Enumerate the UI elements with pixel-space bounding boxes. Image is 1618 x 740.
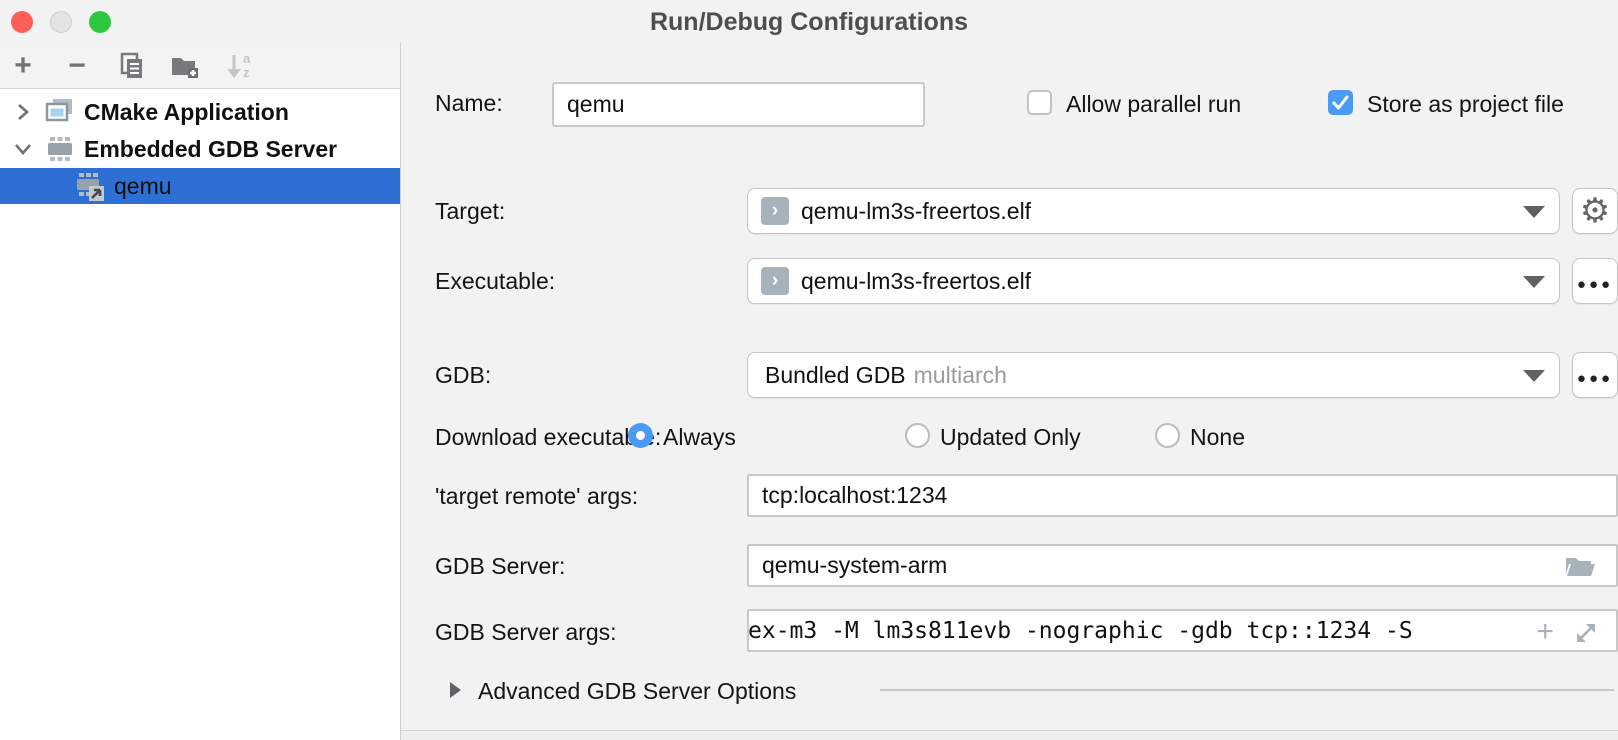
gdb-value-suffix: multiarch [914, 362, 1007, 389]
executable-browse-button[interactable]: ●●● [1572, 258, 1618, 304]
gdb-server-args-label: GDB Server args: [435, 619, 617, 646]
copy-configuration-button[interactable] [116, 51, 146, 81]
executable-combobox[interactable]: › qemu-lm3s-freertos.elf [747, 258, 1560, 304]
allow-parallel-run-label: Allow parallel run [1066, 91, 1241, 118]
titlebar: Run/Debug Configurations [0, 0, 1618, 43]
build-target-icon: › [761, 267, 789, 295]
add-configuration-button[interactable]: + [8, 51, 38, 81]
gdb-server-args-value: ex-m3 -M lm3s811evb -nographic -gdb tcp:… [748, 618, 1413, 644]
ellipsis-icon: ●●● [1577, 364, 1613, 387]
run-debug-configurations-dialog: Run/Debug Configurations + − [0, 0, 1618, 740]
target-value: qemu-lm3s-freertos.elf [801, 198, 1031, 225]
target-label: Target: [435, 198, 505, 225]
add-macro-icon[interactable]: + [1536, 620, 1554, 644]
radio-none-label: None [1190, 424, 1245, 451]
tree-item-cmake-application[interactable]: CMake Application [0, 94, 400, 130]
store-as-project-file-label: Store as project file [1367, 91, 1564, 118]
target-combobox[interactable]: › qemu-lm3s-freertos.elf [747, 188, 1560, 234]
gdb-label: GDB: [435, 362, 491, 389]
executable-value: qemu-lm3s-freertos.elf [801, 268, 1031, 295]
new-folder-button[interactable] [170, 51, 200, 81]
advanced-section-label[interactable]: Advanced GDB Server Options [478, 678, 796, 705]
configuration-tree: CMake Application Embedded GDB Server [0, 89, 400, 740]
remove-configuration-button[interactable]: − [62, 51, 92, 81]
svg-text:z: z [243, 65, 250, 80]
gdb-browse-button[interactable]: ●●● [1572, 352, 1618, 398]
allow-parallel-run-checkbox[interactable] [1027, 90, 1052, 115]
build-target-icon: › [761, 197, 789, 225]
chevron-right-icon[interactable] [8, 101, 38, 123]
plus-icon: + [14, 52, 32, 80]
sort-configurations-button[interactable]: a z [224, 51, 254, 81]
svg-text:a: a [243, 51, 251, 66]
cmake-application-icon [44, 97, 76, 127]
target-remote-args-input[interactable]: tcp:localhost:1234 [747, 474, 1618, 517]
gdb-server-input[interactable]: qemu-system-arm [747, 544, 1618, 587]
expand-field-icon[interactable] [1572, 619, 1600, 647]
dialog-bottom-divider [401, 730, 1618, 740]
dropdown-arrow-icon [1523, 370, 1545, 382]
open-folder-icon[interactable] [1564, 552, 1596, 580]
radio-none[interactable] [1155, 423, 1180, 448]
radio-always[interactable] [628, 423, 653, 448]
minus-icon: − [68, 52, 86, 80]
target-remote-args-label: 'target remote' args: [435, 483, 638, 510]
gdb-value: Bundled GDB [765, 362, 906, 389]
tree-item-label: Embedded GDB Server [84, 136, 337, 163]
name-value: qemu [567, 91, 625, 118]
radio-updated-only[interactable] [905, 423, 930, 448]
advanced-section-collapse-arrow[interactable] [450, 682, 461, 698]
target-remote-args-value: tcp:localhost:1234 [762, 482, 947, 509]
store-as-project-file-checkbox[interactable] [1328, 90, 1353, 115]
gear-icon: ⚙ [1580, 194, 1610, 228]
tree-item-qemu[interactable]: qemu [0, 168, 400, 204]
gdb-server-args-input[interactable]: ex-m3 -M lm3s811evb -nographic -gdb tcp:… [747, 609, 1618, 652]
tree-item-embedded-gdb-server[interactable]: Embedded GDB Server [0, 131, 400, 167]
advanced-section-divider [880, 689, 1614, 691]
new-folder-icon [169, 51, 201, 81]
configurations-sidebar: + − [0, 43, 401, 740]
dropdown-arrow-icon [1523, 276, 1545, 288]
gdb-server-label: GDB Server: [435, 553, 565, 580]
dropdown-arrow-icon [1523, 206, 1545, 218]
radio-always-label: Always [663, 424, 736, 451]
chip-run-icon [74, 171, 106, 201]
target-settings-button[interactable]: ⚙ [1572, 188, 1618, 234]
name-label: Name: [435, 90, 503, 117]
radio-updated-only-label: Updated Only [940, 424, 1081, 451]
executable-label: Executable: [435, 268, 555, 295]
tree-item-label: qemu [114, 173, 172, 200]
chip-icon [44, 134, 76, 164]
ellipsis-icon: ●●● [1577, 270, 1613, 293]
sort-alphabetically-icon: a z [223, 50, 255, 82]
gdb-combobox[interactable]: Bundled GDB multiarch [747, 352, 1560, 398]
copy-icon [116, 51, 146, 81]
checkmark-icon [1328, 90, 1353, 115]
gdb-server-value: qemu-system-arm [762, 552, 947, 579]
dialog-title: Run/Debug Configurations [0, 8, 1618, 37]
chevron-down-icon[interactable] [8, 141, 38, 157]
sidebar-toolbar: + − [0, 43, 400, 89]
tree-item-label: CMake Application [84, 99, 289, 126]
name-input[interactable]: qemu [552, 82, 925, 127]
